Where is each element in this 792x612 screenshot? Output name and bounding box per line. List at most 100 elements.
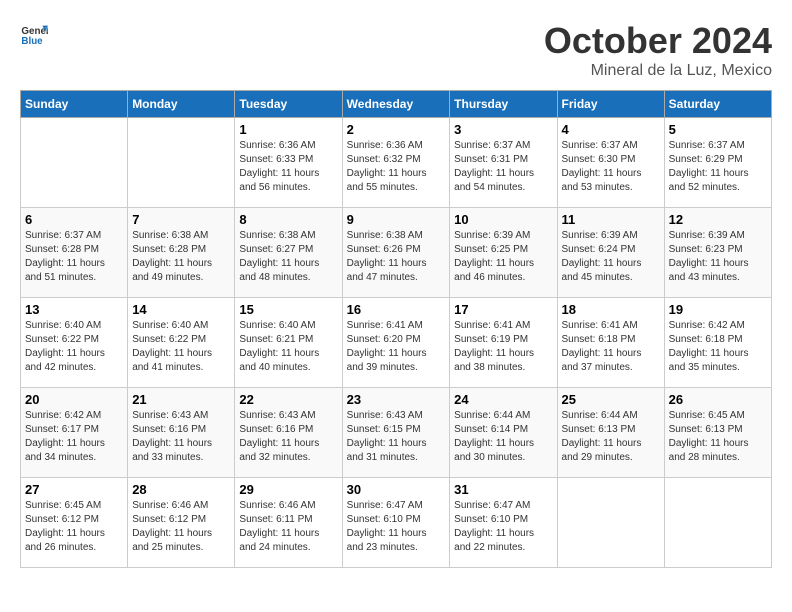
calendar-cell: 21 Sunrise: 6:43 AM Sunset: 6:16 PM Dayli…	[128, 388, 235, 478]
calendar-cell: 13 Sunrise: 6:40 AM Sunset: 6:22 PM Dayli…	[21, 298, 128, 388]
day-info: Sunrise: 6:42 AM Sunset: 6:17 PM Dayligh…	[25, 409, 123, 465]
day-info: Sunrise: 6:41 AM Sunset: 6:19 PM Dayligh…	[454, 319, 552, 375]
day-number: 9	[347, 212, 446, 227]
calendar-cell: 15 Sunrise: 6:40 AM Sunset: 6:21 PM Dayli…	[235, 298, 342, 388]
day-info: Sunrise: 6:43 AM Sunset: 6:16 PM Dayligh…	[132, 409, 230, 465]
day-number: 12	[669, 212, 767, 227]
logo-icon: General Blue	[20, 20, 48, 48]
day-number: 7	[132, 212, 230, 227]
day-info: Sunrise: 6:40 AM Sunset: 6:22 PM Dayligh…	[25, 319, 123, 375]
location-title: Mineral de la Luz, Mexico	[544, 62, 772, 80]
day-info: Sunrise: 6:39 AM Sunset: 6:24 PM Dayligh…	[562, 229, 660, 285]
header-sunday: Sunday	[21, 91, 128, 118]
calendar-week-5: 27Sunrise: 6:45 AM Sunset: 6:12 PM Dayli…	[21, 478, 772, 568]
day-number: 19	[669, 302, 767, 317]
day-info: Sunrise: 6:43 AM Sunset: 6:16 PM Dayligh…	[239, 409, 337, 465]
svg-text:Blue: Blue	[21, 36, 43, 47]
calendar-cell: 1 Sunrise: 6:36 AM Sunset: 6:33 PM Daylig…	[235, 118, 342, 208]
day-info: Sunrise: 6:37 AM Sunset: 6:30 PM Dayligh…	[562, 139, 660, 195]
header-thursday: Thursday	[450, 91, 557, 118]
day-info: Sunrise: 6:45 AM Sunset: 6:13 PM Dayligh…	[669, 409, 767, 465]
day-number: 21	[132, 392, 230, 407]
calendar-cell: 26 Sunrise: 6:45 AM Sunset: 6:13 PM Dayli…	[664, 388, 771, 478]
calendar-cell: 29Sunrise: 6:46 AM Sunset: 6:11 PM Dayli…	[235, 478, 342, 568]
day-info: Sunrise: 6:44 AM Sunset: 6:14 PM Dayligh…	[454, 409, 552, 465]
header-tuesday: Tuesday	[235, 91, 342, 118]
day-number: 22	[239, 392, 337, 407]
day-number: 16	[347, 302, 446, 317]
calendar-cell: 17 Sunrise: 6:41 AM Sunset: 6:19 PM Dayli…	[450, 298, 557, 388]
day-number: 28	[132, 482, 230, 497]
calendar-cell: 24 Sunrise: 6:44 AM Sunset: 6:14 PM Dayli…	[450, 388, 557, 478]
day-number: 24	[454, 392, 552, 407]
calendar-cell: 22 Sunrise: 6:43 AM Sunset: 6:16 PM Dayli…	[235, 388, 342, 478]
day-info: Sunrise: 6:47 AM Sunset: 6:10 PM Dayligh…	[347, 499, 446, 555]
calendar-cell: 8Sunrise: 6:38 AM Sunset: 6:27 PM Daylig…	[235, 208, 342, 298]
day-info: Sunrise: 6:44 AM Sunset: 6:13 PM Dayligh…	[562, 409, 660, 465]
day-number: 23	[347, 392, 446, 407]
day-info: Sunrise: 6:41 AM Sunset: 6:18 PM Dayligh…	[562, 319, 660, 375]
calendar-week-3: 13 Sunrise: 6:40 AM Sunset: 6:22 PM Dayli…	[21, 298, 772, 388]
day-number: 10	[454, 212, 552, 227]
calendar-cell: 4 Sunrise: 6:37 AM Sunset: 6:30 PM Daylig…	[557, 118, 664, 208]
calendar-cell: 25 Sunrise: 6:44 AM Sunset: 6:13 PM Dayli…	[557, 388, 664, 478]
day-number: 25	[562, 392, 660, 407]
day-number: 13	[25, 302, 123, 317]
calendar-cell: 3 Sunrise: 6:37 AM Sunset: 6:31 PM Daylig…	[450, 118, 557, 208]
day-number: 18	[562, 302, 660, 317]
calendar-cell: 12Sunrise: 6:39 AM Sunset: 6:23 PM Dayli…	[664, 208, 771, 298]
day-info: Sunrise: 6:40 AM Sunset: 6:22 PM Dayligh…	[132, 319, 230, 375]
day-number: 1	[239, 122, 337, 137]
day-info: Sunrise: 6:47 AM Sunset: 6:10 PM Dayligh…	[454, 499, 552, 555]
header-wednesday: Wednesday	[342, 91, 450, 118]
calendar-cell: 7 Sunrise: 6:38 AM Sunset: 6:28 PM Daylig…	[128, 208, 235, 298]
calendar-cell: 14Sunrise: 6:40 AM Sunset: 6:22 PM Dayli…	[128, 298, 235, 388]
header-saturday: Saturday	[664, 91, 771, 118]
day-info: Sunrise: 6:42 AM Sunset: 6:18 PM Dayligh…	[669, 319, 767, 375]
day-number: 11	[562, 212, 660, 227]
day-number: 26	[669, 392, 767, 407]
calendar-cell	[557, 478, 664, 568]
day-number: 30	[347, 482, 446, 497]
month-title: October 2024	[544, 20, 772, 62]
day-info: Sunrise: 6:38 AM Sunset: 6:26 PM Dayligh…	[347, 229, 446, 285]
day-number: 4	[562, 122, 660, 137]
calendar-cell: 18 Sunrise: 6:41 AM Sunset: 6:18 PM Dayli…	[557, 298, 664, 388]
day-number: 2	[347, 122, 446, 137]
calendar-cell: 2Sunrise: 6:36 AM Sunset: 6:32 PM Daylig…	[342, 118, 450, 208]
title-block: October 2024 Mineral de la Luz, Mexico	[544, 20, 772, 80]
calendar-week-1: 1 Sunrise: 6:36 AM Sunset: 6:33 PM Daylig…	[21, 118, 772, 208]
day-number: 6	[25, 212, 123, 227]
calendar-cell: 19 Sunrise: 6:42 AM Sunset: 6:18 PM Dayli…	[664, 298, 771, 388]
calendar-cell: 20 Sunrise: 6:42 AM Sunset: 6:17 PM Dayli…	[21, 388, 128, 478]
day-info: Sunrise: 6:43 AM Sunset: 6:15 PM Dayligh…	[347, 409, 446, 465]
day-info: Sunrise: 6:37 AM Sunset: 6:29 PM Dayligh…	[669, 139, 767, 195]
day-number: 15	[239, 302, 337, 317]
day-info: Sunrise: 6:38 AM Sunset: 6:28 PM Dayligh…	[132, 229, 230, 285]
day-number: 17	[454, 302, 552, 317]
day-info: Sunrise: 6:46 AM Sunset: 6:12 PM Dayligh…	[132, 499, 230, 555]
calendar-header-row: Sunday Monday Tuesday Wednesday Thursday…	[21, 91, 772, 118]
day-number: 31	[454, 482, 552, 497]
calendar-cell: 31 Sunrise: 6:47 AM Sunset: 6:10 PM Dayli…	[450, 478, 557, 568]
calendar-table: Sunday Monday Tuesday Wednesday Thursday…	[20, 90, 772, 568]
calendar-cell: 5Sunrise: 6:37 AM Sunset: 6:29 PM Daylig…	[664, 118, 771, 208]
calendar-cell	[664, 478, 771, 568]
day-info: Sunrise: 6:37 AM Sunset: 6:31 PM Dayligh…	[454, 139, 552, 195]
calendar-cell: 11 Sunrise: 6:39 AM Sunset: 6:24 PM Dayli…	[557, 208, 664, 298]
day-info: Sunrise: 6:38 AM Sunset: 6:27 PM Dayligh…	[239, 229, 337, 285]
day-info: Sunrise: 6:37 AM Sunset: 6:28 PM Dayligh…	[25, 229, 123, 285]
page-header: General Blue October 2024 Mineral de la …	[20, 20, 772, 80]
calendar-cell: 16 Sunrise: 6:41 AM Sunset: 6:20 PM Dayli…	[342, 298, 450, 388]
day-info: Sunrise: 6:40 AM Sunset: 6:21 PM Dayligh…	[239, 319, 337, 375]
calendar-cell: 10 Sunrise: 6:39 AM Sunset: 6:25 PM Dayli…	[450, 208, 557, 298]
day-info: Sunrise: 6:46 AM Sunset: 6:11 PM Dayligh…	[239, 499, 337, 555]
day-number: 20	[25, 392, 123, 407]
day-info: Sunrise: 6:36 AM Sunset: 6:33 PM Dayligh…	[239, 139, 337, 195]
day-info: Sunrise: 6:41 AM Sunset: 6:20 PM Dayligh…	[347, 319, 446, 375]
day-number: 3	[454, 122, 552, 137]
day-number: 27	[25, 482, 123, 497]
day-info: Sunrise: 6:39 AM Sunset: 6:25 PM Dayligh…	[454, 229, 552, 285]
calendar-cell: 27Sunrise: 6:45 AM Sunset: 6:12 PM Dayli…	[21, 478, 128, 568]
calendar-cell: 6 Sunrise: 6:37 AM Sunset: 6:28 PM Daylig…	[21, 208, 128, 298]
